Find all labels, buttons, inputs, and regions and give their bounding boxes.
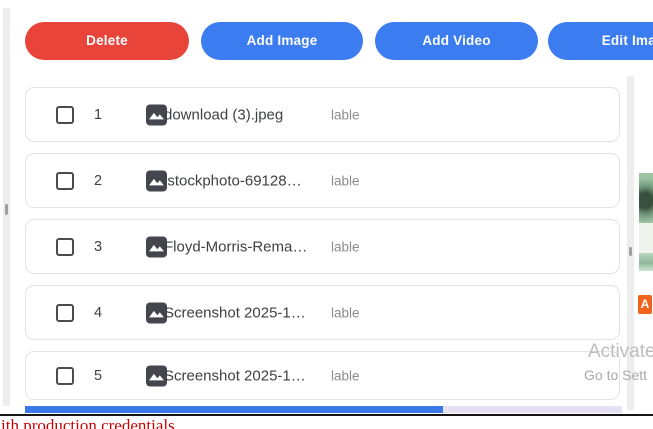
row-label: lable — [331, 305, 360, 320]
left-scrollbar-thumb[interactable] — [5, 204, 8, 215]
file-name: istockphoto-69128… — [164, 172, 302, 189]
row-checkbox[interactable] — [56, 367, 74, 385]
row-label: lable — [331, 368, 360, 383]
row-number: 4 — [88, 305, 108, 321]
row-label: lable — [331, 239, 360, 254]
row-checkbox[interactable] — [56, 304, 74, 322]
row-number: 1 — [88, 107, 108, 123]
file-name: Floyd-Morris-Rema… — [164, 238, 307, 255]
horizontal-scrollbar-thumb[interactable] — [25, 406, 443, 413]
file-name: Screenshot 2025-1… — [164, 304, 306, 321]
file-name: download (3).jpeg — [164, 106, 283, 123]
activate-watermark-line1: Activate — [588, 341, 653, 363]
add-video-button[interactable]: Add Video — [375, 22, 538, 60]
row-checkbox[interactable] — [56, 106, 74, 124]
preview-badge: A — [638, 295, 652, 314]
add-image-button[interactable]: Add Image — [201, 22, 363, 60]
row-label: lable — [331, 107, 360, 122]
row-checkbox[interactable] — [56, 238, 74, 256]
row-label: lable — [331, 173, 360, 188]
edit-image-button[interactable]: Edit Imag — [548, 22, 653, 60]
activate-watermark-line2: Go to Sett — [584, 367, 647, 383]
media-list: 1 download (3).jpeg lable 2 istockphoto-… — [25, 87, 620, 411]
list-item[interactable]: 4 Screenshot 2025-1… lable — [25, 285, 620, 340]
preview-thumbnail — [639, 253, 653, 271]
file-name: Screenshot 2025-1… — [164, 367, 306, 384]
row-number: 2 — [88, 173, 108, 189]
app-window: Delete Add Image Add Video Edit Imag 1 d… — [0, 0, 653, 429]
row-checkbox[interactable] — [56, 172, 74, 190]
preview-thumbnail — [639, 173, 653, 223]
preview-thumbnail — [639, 223, 653, 253]
footer-link[interactable]: ith production credentials — [1, 416, 175, 429]
row-number: 3 — [88, 239, 108, 255]
delete-button[interactable]: Delete — [25, 22, 189, 60]
row-number: 5 — [88, 368, 108, 384]
list-item[interactable]: 1 download (3).jpeg lable — [25, 87, 620, 142]
list-item[interactable]: 5 Screenshot 2025-1… lable — [25, 351, 620, 400]
list-item[interactable]: 3 Floyd-Morris-Rema… lable — [25, 219, 620, 274]
list-item[interactable]: 2 istockphoto-69128… lable — [25, 153, 620, 208]
right-scrollbar-thumb[interactable] — [629, 247, 632, 256]
